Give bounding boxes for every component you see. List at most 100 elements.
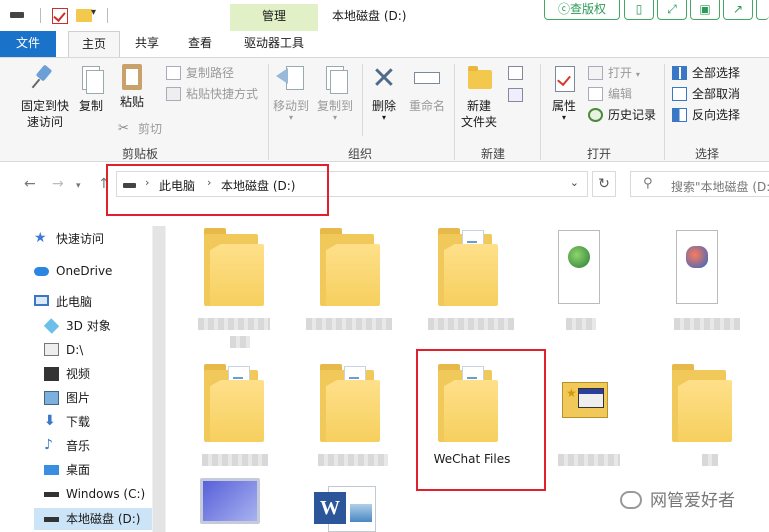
copy-path-button[interactable]: 复制路径 (166, 64, 234, 82)
check-copyright-button[interactable]: ⓒ查版权 (544, 0, 620, 20)
delete-button[interactable]: ✕ 删除 ▾ (366, 64, 402, 122)
nav-d-drive[interactable]: D:\ (44, 339, 83, 361)
nav-desktop[interactable]: 桌面 (44, 459, 90, 481)
search-box[interactable]: ⚲ 搜索"本地磁盘 (D:)" (630, 171, 769, 197)
globe-icon (568, 246, 590, 268)
nav-downloads[interactable]: ⬇ 下载 (44, 411, 90, 433)
blurred-filename (318, 454, 388, 466)
copy-button[interactable]: 复制 (74, 64, 108, 114)
properties-button[interactable]: 属性 ▾ (544, 64, 584, 122)
move-to-button[interactable]: 移动到 ▾ (270, 64, 312, 122)
save-icon[interactable]: ▣ (690, 0, 720, 20)
new-folder-large-icon (464, 64, 494, 94)
tab-manage[interactable]: 管理 (230, 4, 318, 31)
folder-item[interactable] (204, 226, 264, 306)
navigation-scrollbar[interactable] (152, 226, 166, 532)
blurred-filename (428, 318, 514, 330)
open-button[interactable]: 打开 ▾ (588, 64, 640, 82)
nav-windows-c[interactable]: Windows (C:) (44, 483, 145, 505)
blurred-filename (306, 318, 392, 330)
navigation-pane: ★ 快速访问 OneDrive 此电脑 3D 对象 D:\ 视频 图片 ⬇ 下载… (0, 210, 168, 532)
copy-to-button[interactable]: 复制到 ▾ (314, 64, 356, 122)
address-dropdown-icon[interactable]: ⌄ (570, 176, 579, 189)
tab-file[interactable]: 文件 (0, 31, 56, 57)
title-bar: ▾ 管理 本地磁盘 (D:) ⓒ查版权 ▯ ⤢ ▣ ↗ (0, 0, 769, 31)
copy-to-icon (320, 64, 350, 94)
rename-button[interactable]: 重命名 (406, 64, 448, 114)
nav-videos[interactable]: 视频 (44, 363, 90, 385)
paste-button[interactable]: 粘贴 (114, 60, 150, 110)
copy-to-dropdown-icon: ▾ (332, 113, 337, 122)
folder-item[interactable] (204, 362, 264, 442)
tab-view[interactable]: 查看 (176, 31, 224, 57)
quick-access-separator (40, 8, 41, 23)
new-folder-button[interactable]: 新建 文件夹 (456, 64, 502, 130)
monitor-item[interactable] (200, 478, 260, 524)
nav-item-label: D:\ (66, 343, 84, 357)
music-note-icon: ♪ (44, 437, 53, 453)
select-none-label: 全部取消 (692, 87, 741, 101)
select-all-button[interactable]: 全部选择 (672, 64, 740, 82)
quick-access-dropdown[interactable]: ▾ (91, 7, 96, 18)
tab-share[interactable]: 共享 (124, 31, 170, 57)
tab-drive-tools[interactable]: 驱动器工具 (232, 31, 316, 57)
share-icon[interactable]: ↗ (723, 0, 753, 20)
nav-music[interactable]: ♪ 音乐 (44, 435, 90, 457)
blurred-filename (558, 454, 620, 466)
blurred-filename (230, 336, 250, 348)
drive-icon[interactable] (10, 12, 24, 18)
folder-item[interactable] (320, 362, 380, 442)
recent-locations-chevron-icon[interactable]: ▾ (76, 181, 81, 191)
history-icon (588, 108, 603, 122)
new-folder-icon[interactable] (76, 9, 92, 22)
batch-file-item[interactable]: ★ (562, 376, 610, 420)
expand-icon[interactable]: ⤢ (657, 0, 687, 20)
folder-item[interactable] (320, 226, 380, 306)
folder-item[interactable] (438, 226, 498, 306)
pin-quick-access-button[interactable]: 固定到快 速访问 (14, 64, 76, 130)
group-divider (454, 64, 455, 160)
invert-selection-label: 反向选择 (692, 108, 741, 122)
pin-icon (30, 64, 60, 94)
word-document-item[interactable]: W (314, 486, 384, 532)
drive-icon (44, 492, 59, 497)
select-all-icon (672, 66, 687, 80)
forward-arrow-icon[interactable]: → (52, 176, 64, 192)
cut-button[interactable]: ✂ 剪切 (118, 120, 162, 138)
star-icon: ★ (566, 386, 577, 400)
rename-icon (412, 64, 442, 94)
folder-item[interactable] (672, 362, 732, 442)
edit-button[interactable]: 编辑 (588, 85, 632, 103)
open-label: 打开 (608, 66, 633, 80)
new-item-button[interactable] (506, 64, 530, 82)
nav-3d-objects[interactable]: 3D 对象 (43, 315, 111, 337)
select-none-button[interactable]: 全部取消 (672, 85, 740, 103)
check-copyright-label: 查版权 (570, 2, 607, 16)
tab-home[interactable]: 主页 (68, 31, 120, 58)
nav-onedrive[interactable]: OneDrive (34, 260, 112, 282)
blurred-filename (566, 318, 596, 330)
computer-icon (34, 295, 49, 306)
picture-icon (44, 391, 59, 405)
select-group-label: 选择 (694, 147, 719, 161)
invert-selection-button[interactable]: 反向选择 (672, 106, 740, 124)
scrollbar-thumb[interactable] (153, 226, 165, 532)
nav-pictures[interactable]: 图片 (44, 387, 90, 409)
paste-shortcut-button[interactable]: 粘贴快捷方式 (166, 85, 258, 103)
nav-item-label: 3D 对象 (66, 319, 111, 333)
more-icon[interactable] (756, 0, 769, 20)
nav-local-disk-d[interactable]: 本地磁盘 (D:) (34, 508, 152, 530)
app-document-item[interactable] (670, 226, 722, 306)
word-logo-icon: W (314, 492, 346, 524)
phone-icon[interactable]: ▯ (624, 0, 654, 20)
back-arrow-icon[interactable]: ← (24, 176, 36, 192)
properties-check-icon[interactable] (52, 8, 68, 24)
properties-label: 属性 (551, 99, 576, 113)
nav-this-pc[interactable]: 此电脑 (34, 291, 92, 313)
easy-access-button[interactable] (506, 86, 530, 104)
html-document-item[interactable] (552, 226, 604, 306)
history-button[interactable]: 历史记录 (588, 106, 656, 124)
watermark-text: 网管爱好者 (650, 491, 735, 511)
refresh-icon[interactable]: ↻ (592, 171, 616, 197)
nav-quick-access[interactable]: ★ 快速访问 (34, 228, 104, 250)
